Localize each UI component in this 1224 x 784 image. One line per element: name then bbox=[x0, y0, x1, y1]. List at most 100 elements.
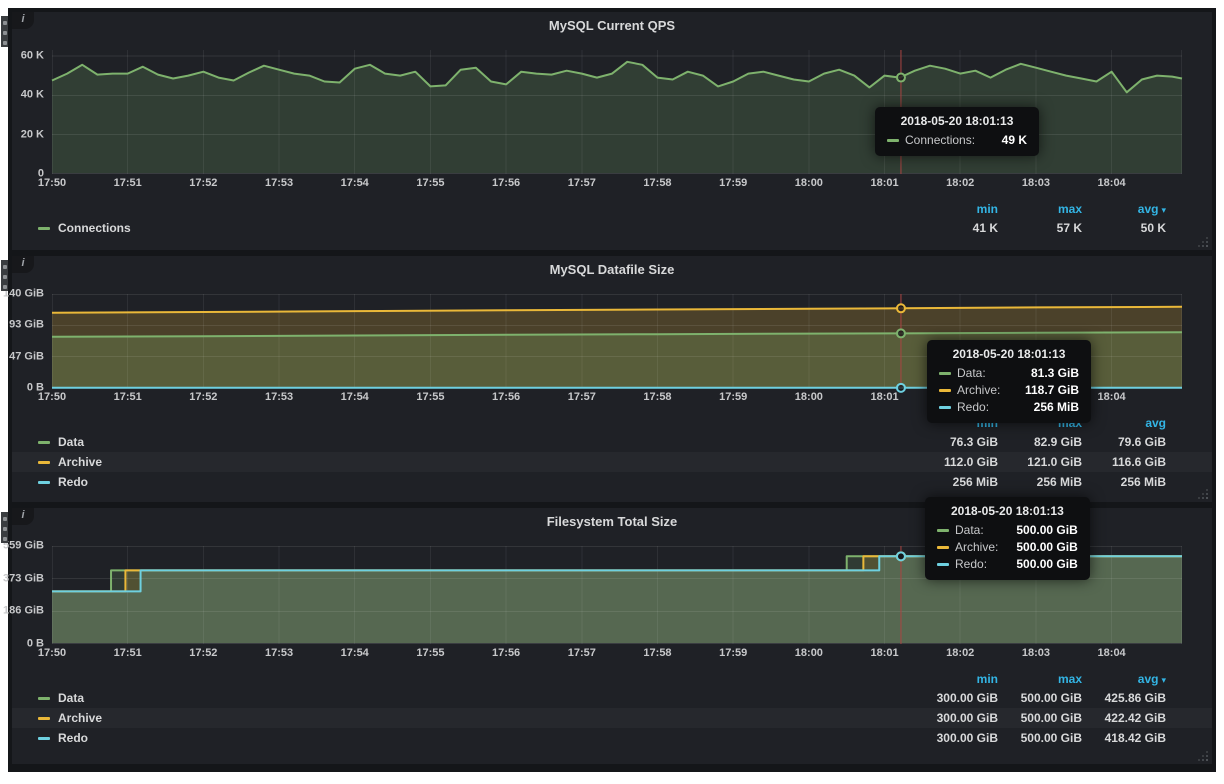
panel-info-icon[interactable]: i bbox=[12, 256, 34, 273]
x-axis-label: 17:58 bbox=[643, 391, 671, 403]
stats-sort-max[interactable]: max bbox=[998, 202, 1082, 216]
panel-title[interactable]: MySQL Datafile Size bbox=[12, 256, 1212, 282]
legend-item-data[interactable]: Data bbox=[38, 691, 84, 705]
legend-color-swatch bbox=[38, 227, 50, 230]
x-axis-label: 17:57 bbox=[568, 391, 596, 403]
tooltip-series-name: Redo: bbox=[957, 400, 989, 414]
legend-label: Data bbox=[58, 435, 84, 449]
tooltip-series-name: Data: bbox=[955, 523, 984, 537]
x-axis-label: 18:02 bbox=[946, 647, 974, 659]
stat-value: 418.42 GiB bbox=[1082, 731, 1166, 745]
legend-label: Redo bbox=[58, 731, 88, 745]
x-axis-label: 17:56 bbox=[492, 177, 520, 189]
legend-label: Archive bbox=[58, 711, 102, 725]
y-axis-label: 60 K bbox=[21, 49, 44, 61]
panel-resize-handle[interactable] bbox=[1196, 749, 1208, 761]
y-axis-label: 20 K bbox=[21, 128, 44, 140]
x-axis-label: 17:52 bbox=[189, 647, 217, 659]
x-axis-label: 17:56 bbox=[492, 647, 520, 659]
x-axis-label: 17:57 bbox=[568, 177, 596, 189]
legend-item-connections[interactable]: Connections bbox=[38, 221, 131, 235]
legend-item-redo[interactable]: Redo bbox=[38, 731, 88, 745]
panel-resize-handle[interactable] bbox=[1196, 487, 1208, 499]
stat-value: 500.00 GiB bbox=[998, 731, 1082, 745]
dashboard: i MySQL Current QPS 60 K40 K20 K0 17:50 1… bbox=[8, 8, 1216, 772]
tooltip-series-row: Redo:500.00 GiB bbox=[937, 557, 1078, 571]
panel-drag-handle[interactable] bbox=[1, 260, 8, 291]
panel-drag-handle[interactable] bbox=[1, 512, 8, 543]
x-axis-label: 18:04 bbox=[1098, 391, 1126, 403]
stats-sort-max[interactable]: max bbox=[998, 672, 1082, 686]
stat-value: 112.0 GiB bbox=[914, 455, 998, 469]
stat-value: 300.00 GiB bbox=[914, 691, 998, 705]
x-axis-label: 18:00 bbox=[795, 391, 823, 403]
stat-value: 50 K bbox=[1082, 221, 1166, 235]
stat-value: 41 K bbox=[914, 221, 998, 235]
hover-point-marker bbox=[897, 74, 905, 82]
x-axis-label: 17:54 bbox=[341, 391, 369, 403]
legend-item-redo[interactable]: Redo bbox=[38, 475, 88, 489]
x-axis-label: 17:53 bbox=[265, 391, 293, 403]
x-axis-label: 17:55 bbox=[416, 647, 444, 659]
legend-color-swatch bbox=[38, 737, 50, 740]
y-axis-label: 559 GiB bbox=[3, 539, 44, 551]
panel-resize-handle[interactable] bbox=[1196, 235, 1208, 247]
tooltip-color-swatch bbox=[937, 546, 949, 549]
legend-row: Redo256 MiB256 MiB256 MiB bbox=[12, 472, 1212, 492]
tooltip-series-row: Data: 500.00 GiB bbox=[937, 523, 1078, 537]
panel-info-icon[interactable]: i bbox=[12, 508, 34, 525]
x-axis-label: 17:59 bbox=[719, 647, 747, 659]
tooltip-timestamp: 2018-05-20 18:01:13 bbox=[939, 347, 1079, 361]
panel-drag-handle[interactable] bbox=[1, 16, 8, 47]
x-axis-label: 17:51 bbox=[114, 647, 142, 659]
stats-sort-min[interactable]: min bbox=[914, 202, 998, 216]
legend-color-swatch bbox=[38, 717, 50, 720]
x-axis-label: 18:00 bbox=[795, 647, 823, 659]
y-axis: 60 K40 K20 K0 bbox=[12, 50, 52, 174]
legend-label: Data bbox=[58, 691, 84, 705]
tooltip-series-row: Redo:256 MiB bbox=[939, 400, 1079, 414]
legend-item-archive[interactable]: Archive bbox=[38, 711, 102, 725]
stat-value: 500.00 GiB bbox=[998, 691, 1082, 705]
tooltip-timestamp: 2018-05-20 18:01:13 bbox=[937, 504, 1078, 518]
stats-sort-avg[interactable]: avg▾ bbox=[1082, 202, 1166, 216]
y-axis-label: 140 GiB bbox=[3, 287, 44, 299]
tooltip-timestamp: 2018-05-20 18:01:13 bbox=[887, 114, 1027, 128]
info-icon: i bbox=[21, 257, 24, 269]
x-axis-label: 18:04 bbox=[1098, 647, 1126, 659]
legend: Connections41 K57 K50 K bbox=[12, 218, 1212, 238]
tooltip-series-row: Connections:49 K bbox=[887, 133, 1027, 147]
x-axis-label: 17:58 bbox=[643, 177, 671, 189]
panel-info-icon[interactable]: i bbox=[12, 12, 34, 29]
x-axis-label: 17:50 bbox=[38, 391, 66, 403]
tooltip-series-value: 81.3 GiB bbox=[1031, 366, 1079, 380]
x-axis-label: 18:01 bbox=[870, 647, 898, 659]
x-axis-label: 17:51 bbox=[114, 391, 142, 403]
legend-row: Data 300.00 GiB500.00 GiB425.86 GiB bbox=[12, 688, 1212, 708]
panel-title[interactable]: MySQL Current QPS bbox=[12, 12, 1212, 38]
tooltip-series-name: Redo: bbox=[955, 557, 987, 571]
legend-row: Archive112.0 GiB121.0 GiB116.6 GiB bbox=[12, 452, 1212, 472]
x-axis-label: 18:03 bbox=[1022, 647, 1050, 659]
x-axis: 17:5017:5117:5217:5317:5417:5517:5617:57… bbox=[52, 644, 1182, 662]
x-axis-label: 17:59 bbox=[719, 391, 747, 403]
stats-sort-avg[interactable]: avg▾ bbox=[1082, 672, 1166, 686]
legend-label: Archive bbox=[58, 455, 102, 469]
legend-color-swatch bbox=[38, 481, 50, 484]
legend-row: Archive300.00 GiB500.00 GiB422.42 GiB bbox=[12, 708, 1212, 728]
x-axis-label: 18:00 bbox=[795, 177, 823, 189]
tooltip-color-swatch bbox=[939, 406, 951, 409]
legend-color-swatch bbox=[38, 697, 50, 700]
legend-item-data[interactable]: Data bbox=[38, 435, 84, 449]
legend-item-archive[interactable]: Archive bbox=[38, 455, 102, 469]
stat-value: 425.86 GiB bbox=[1082, 691, 1166, 705]
stats-sort-min[interactable]: min bbox=[914, 672, 998, 686]
legend-color-swatch bbox=[38, 461, 50, 464]
x-axis-label: 17:52 bbox=[189, 391, 217, 403]
stats-sort-avg[interactable]: avg bbox=[1082, 416, 1166, 430]
stat-value: 300.00 GiB bbox=[914, 711, 998, 725]
stat-value: 256 MiB bbox=[1082, 475, 1166, 489]
x-axis: 17:5017:5117:5217:5317:5417:5517:5617:57… bbox=[52, 174, 1182, 192]
x-axis-label: 17:56 bbox=[492, 391, 520, 403]
tooltip-series-value: 500.00 GiB bbox=[1016, 523, 1077, 537]
